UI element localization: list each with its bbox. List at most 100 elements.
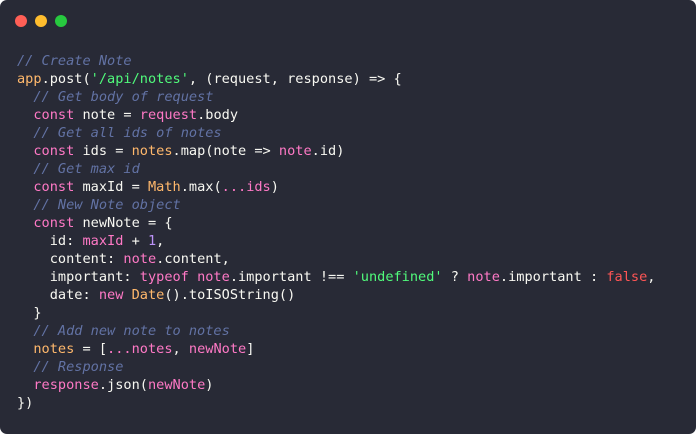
code-token-comment: // Get all ids of notes [33,125,222,141]
code-token-string: 'undefined' [352,269,443,285]
code-token-plain: ids = [74,143,132,159]
code-token-plain: .content, [156,251,230,267]
code-token-variable: newNote [147,377,206,393]
code-line: // Get max id [17,160,655,178]
code-token-comment: // Response [33,359,124,375]
code-token-variable: maxId [82,233,124,249]
code-token-boolean: false [606,269,648,285]
code-token-variable: ...ids [221,179,271,195]
code-token-ident: Date [131,287,165,303]
code-line: const maxId = Math.max(...ids) [17,178,655,196]
code-token-plain: .important !== [229,269,353,285]
code-token-plain: + [123,233,148,249]
code-token-plain: } [17,305,42,321]
code-token-keyword: const [33,107,75,123]
code-token-keyword: const [33,143,75,159]
code-token-plain: .json( [98,377,148,393]
code-block: // Create Note app.post('/api/notes', (re… [17,52,655,412]
code-line: const note = request.body [17,106,655,124]
code-token-plain: content: [17,251,124,267]
code-token-comment: // Add new note to notes [33,323,230,339]
code-token-plain: ? [442,269,468,285]
code-token-keyword: const [33,179,75,195]
code-token-keyword: const [33,215,75,231]
code-token-string: '/api/notes' [90,71,189,87]
code-window: // Create Note app.post('/api/notes', (re… [0,0,696,434]
code-token-comment: // Get body of request [33,89,214,105]
code-token-plain: ().toISOString() [164,287,296,303]
code-token-plain: ] [246,341,255,357]
code-line: app.post('/api/notes', (request, respons… [17,70,655,88]
code-token-plain: .max( [180,179,222,195]
code-line: } [17,304,655,322]
code-token-variable: note [278,143,312,159]
code-token-plain: = [ [74,341,108,357]
code-token-plain: id: [17,233,83,249]
code-token-variable: note [197,269,230,285]
code-token-variable: note [467,269,500,285]
code-token-plain: .important : [499,269,607,285]
code-line: response.json(newNote) [17,376,655,394]
code-token-plain: .post( [41,71,91,87]
code-token-plain: , (request, response) => { [188,71,402,87]
code-token-plain: }) [17,395,34,411]
code-token-ident: notes [131,143,173,159]
code-token-plain: note = [74,107,140,123]
code-token-comment: // Create Note [17,53,132,69]
code-token-plain: maxId = [74,179,148,195]
code-line: notes = [...notes, newNote] [17,340,655,358]
code-token-plain: .body [197,107,238,123]
code-token-plain: , [172,341,189,357]
code-token-comment: // New Note object [33,197,181,213]
maximize-button[interactable] [55,15,67,27]
code-token-ident: app [17,71,42,87]
close-button[interactable] [15,15,27,27]
code-token-comment: // Get max id [33,161,140,177]
code-token-plain: ) [270,179,279,195]
code-token-plain: .id) [311,143,345,159]
code-token-variable: newNote [188,341,247,357]
code-token-keyword: new [98,287,124,303]
code-token-ident: Math [147,179,181,195]
code-token-plain: , [156,233,165,249]
minimize-button[interactable] [35,15,47,27]
code-token-plain: newNote = { [74,215,173,231]
code-token-variable: request [139,107,198,123]
code-token-variable: ...notes [107,341,173,357]
code-token-plain: ) [205,377,214,393]
code-line: // Create Note [17,52,655,70]
code-line: // New Note object [17,196,655,214]
code-token-variable: note [123,251,157,267]
code-token-plain: date: [17,287,99,303]
code-line: // Add new note to notes [17,322,655,340]
code-line: }) [17,394,655,412]
code-token-keyword: typeof [139,269,189,285]
window-titlebar [0,0,696,44]
code-token-ident: notes [33,341,75,357]
code-token-plain: , [647,269,656,285]
code-line: content: note.content, [17,250,655,268]
code-token-plain: important: [17,269,140,285]
code-token-variable: response [33,377,99,393]
code-line: date: new Date().toISOString() [17,286,655,304]
code-line: // Get body of request [17,88,655,106]
code-line: const ids = notes.map(note => note.id) [17,142,655,160]
code-line: const newNote = { [17,214,655,232]
code-line: id: maxId + 1, [17,232,655,250]
code-token-plain: .map(note => [172,143,279,159]
code-line: // Response [17,358,655,376]
code-line: important: typeof note.important !== 'un… [17,268,656,286]
